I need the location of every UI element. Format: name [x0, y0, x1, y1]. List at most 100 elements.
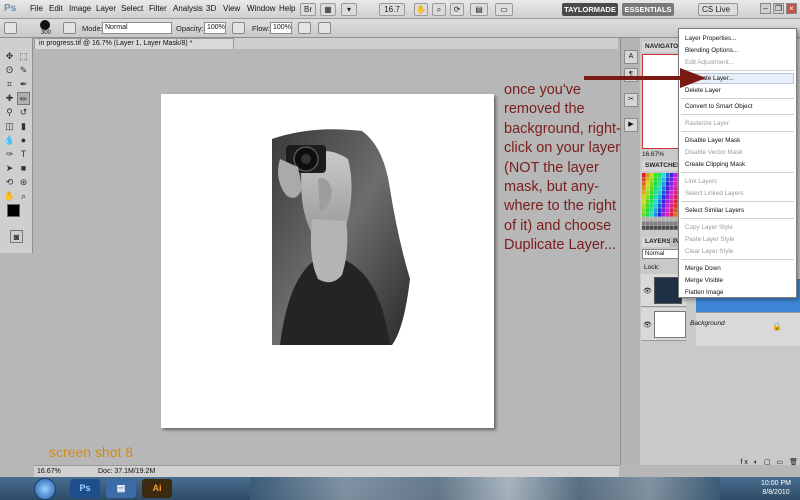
pen-tool-icon[interactable]: ✑: [3, 148, 16, 161]
swatch-cell[interactable]: [646, 186, 650, 191]
ctx-rasterize-layer[interactable]: Rasterize Layer: [685, 120, 729, 127]
ctx-link-layers[interactable]: Link Layers: [685, 178, 717, 185]
swatch-cell[interactable]: [650, 212, 654, 217]
swatch-cell[interactable]: [670, 199, 674, 204]
blur-tool-icon[interactable]: 💧: [3, 134, 16, 147]
swatch-cell[interactable]: [646, 225, 650, 230]
bridge-icon[interactable]: Br: [300, 3, 316, 16]
lasso-tool-icon[interactable]: ʘ: [3, 64, 16, 77]
swatch-cell[interactable]: [650, 190, 654, 195]
shape-tool-icon[interactable]: ■: [17, 162, 30, 175]
swatch-cell[interactable]: [646, 173, 650, 177]
swatch-cell[interactable]: [650, 208, 654, 213]
ctx-disable-layer-mask[interactable]: Disable Layer Mask: [685, 137, 740, 144]
swatch-cell[interactable]: [662, 221, 666, 226]
swatch-cell[interactable]: [670, 186, 674, 191]
ctx-disable-vector-mask[interactable]: Disable Vector Mask: [685, 149, 742, 156]
crop-tool-icon[interactable]: ⌗: [3, 78, 16, 91]
swatch-cell[interactable]: [662, 225, 666, 230]
path-selection-tool-icon[interactable]: ➤: [3, 162, 16, 175]
foreground-color-swatch[interactable]: [7, 204, 20, 217]
swatch-cell[interactable]: [642, 221, 646, 226]
mini-bridge-icon[interactable]: ▦: [320, 3, 336, 16]
document-tab[interactable]: in progress.tif @ 16.7% (Layer 1, Layer …: [34, 38, 234, 49]
swatch-cell[interactable]: [646, 221, 650, 226]
swatch-cell[interactable]: [646, 199, 650, 204]
brush-panel-icon[interactable]: [63, 22, 76, 34]
menu-analysis[interactable]: Analysis: [173, 4, 203, 13]
3d-orbit-tool-icon[interactable]: ⊛: [17, 176, 30, 189]
swatch-cell[interactable]: [658, 212, 662, 217]
ctx-select-similar-layers[interactable]: Select Similar Layers: [685, 207, 744, 214]
swatch-cell[interactable]: [654, 221, 658, 226]
start-button-icon[interactable]: [34, 478, 56, 500]
swatch-cell[interactable]: [646, 195, 650, 199]
menu-filter[interactable]: Filter: [149, 4, 167, 13]
zoom-tool-panel-icon[interactable]: ⌕: [17, 190, 30, 203]
swatch-cell[interactable]: [662, 203, 666, 208]
swatch-cell[interactable]: [666, 212, 670, 217]
move-tool-icon[interactable]: ✥: [3, 50, 16, 63]
quick-select-tool-icon[interactable]: ✎: [17, 64, 30, 77]
extras-icon[interactable]: ▾: [341, 3, 357, 16]
rotate-view-icon[interactable]: ⟳: [450, 3, 464, 16]
swatch-cell[interactable]: [646, 190, 650, 195]
swatch-cell[interactable]: [666, 199, 670, 204]
ctx-create-clipping-mask[interactable]: Create Clipping Mask: [685, 161, 745, 168]
layers-tab[interactable]: LAYERS: [642, 237, 671, 247]
swatch-cell[interactable]: [666, 186, 670, 191]
ctx-merge-visible[interactable]: Merge Visible: [685, 277, 723, 284]
swatches-grid[interactable]: [642, 173, 682, 231]
swatch-cell[interactable]: [646, 177, 650, 182]
swatch-cell[interactable]: [654, 203, 658, 208]
swatch-cell[interactable]: [658, 177, 662, 182]
swatch-cell[interactable]: [670, 173, 674, 177]
swatch-cell[interactable]: [658, 225, 662, 230]
zoom-tool-icon[interactable]: ⌕: [432, 3, 446, 16]
gradient-tool-icon[interactable]: ▮: [17, 120, 30, 133]
marquee-tool-icon[interactable]: ⬚: [17, 50, 30, 63]
swatch-cell[interactable]: [662, 208, 666, 213]
pressure-size-icon[interactable]: [318, 22, 331, 34]
swatch-cell[interactable]: [658, 199, 662, 204]
swatch-cell[interactable]: [654, 212, 658, 217]
swatch-cell[interactable]: [662, 190, 666, 195]
menu-3d[interactable]: 3D: [206, 4, 216, 13]
swatch-cell[interactable]: [670, 181, 674, 186]
swatch-cell[interactable]: [670, 190, 674, 195]
swatch-cell[interactable]: [642, 225, 646, 230]
swatch-cell[interactable]: [642, 203, 646, 208]
swatch-cell[interactable]: [654, 173, 658, 177]
hand-tool-icon[interactable]: ✋: [414, 3, 428, 16]
swatch-cell[interactable]: [658, 186, 662, 191]
swatch-cell[interactable]: [666, 217, 670, 221]
layers-footer-icons[interactable]: fx ◐ ▢ ▭ 🗑: [642, 458, 800, 466]
layer-row-left-background[interactable]: 👁: [641, 308, 686, 341]
swatch-cell[interactable]: [670, 177, 674, 182]
swatch-cell[interactable]: [666, 173, 670, 177]
swatch-cell[interactable]: [646, 203, 650, 208]
swatch-cell[interactable]: [666, 208, 670, 213]
swatch-cell[interactable]: [670, 217, 674, 221]
swatch-cell[interactable]: [654, 181, 658, 186]
swatch-cell[interactable]: [658, 217, 662, 221]
swatch-cell[interactable]: [650, 181, 654, 186]
navigator-tab[interactable]: NAVIGATOR: [642, 42, 683, 52]
swatch-cell[interactable]: [658, 221, 662, 226]
quick-mask-icon[interactable]: ◙: [10, 230, 23, 243]
swatch-cell[interactable]: [654, 177, 658, 182]
swatches-tab[interactable]: SWATCHES: [642, 161, 681, 171]
opacity-input[interactable]: 100%: [204, 22, 226, 34]
taskbar-clock[interactable]: 10:00 PM 8/8/2010: [754, 479, 798, 497]
screen-mode-icon[interactable]: ▭: [495, 3, 513, 16]
swatch-cell[interactable]: [670, 208, 674, 213]
swatch-cell[interactable]: [662, 212, 666, 217]
dodge-tool-icon[interactable]: ●: [17, 134, 30, 147]
menu-window[interactable]: Window: [247, 4, 275, 13]
ctx-paste-layer-style[interactable]: Paste Layer Style: [685, 236, 734, 243]
swatch-cell[interactable]: [654, 208, 658, 213]
menu-select[interactable]: Select: [121, 4, 143, 13]
swatch-cell[interactable]: [642, 217, 646, 221]
swatch-cell[interactable]: [650, 195, 654, 199]
ctx-copy-layer-style[interactable]: Copy Layer Style: [685, 224, 733, 231]
